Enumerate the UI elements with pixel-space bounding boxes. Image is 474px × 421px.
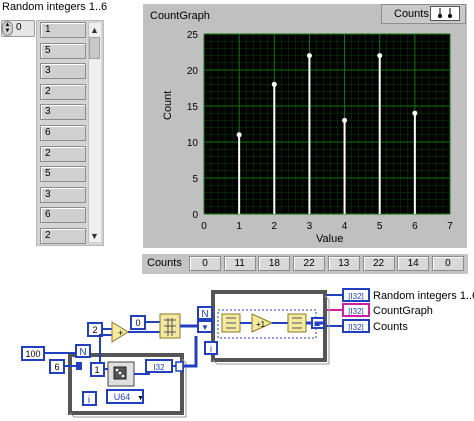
y-tick-label: 20: [187, 66, 199, 77]
loop2-tunnel: ▼: [197, 320, 213, 333]
svg-text:1: 1: [94, 365, 99, 375]
bd-label-counts: Counts: [373, 321, 408, 333]
svg-text:2: 2: [92, 325, 97, 335]
constant-100[interactable]: 100: [21, 346, 45, 361]
bd-label-countgraph: CountGraph: [373, 305, 433, 317]
svg-text:0: 0: [135, 318, 140, 328]
data-point: [377, 53, 383, 59]
y-tick-label: 0: [192, 210, 198, 221]
svg-text:6: 6: [54, 362, 59, 372]
svg-text:I32: I32: [153, 363, 165, 372]
svg-text:[I32]: [I32]: [348, 292, 364, 301]
x-tick-label: 2: [272, 221, 278, 232]
loop-count-terminal-n[interactable]: N: [75, 344, 91, 358]
x-tick-label: 3: [307, 221, 313, 232]
svg-text:▼: ▼: [137, 395, 144, 402]
constant-1[interactable]: 1: [90, 362, 105, 377]
y-tick-label: 5: [192, 174, 198, 185]
svg-text:i: i: [88, 395, 90, 406]
y-tick-label: 10: [187, 138, 199, 149]
svg-text:U64: U64: [114, 392, 131, 402]
count-element[interactable]: 18: [258, 256, 291, 271]
replace-array-subset-node[interactable]: [287, 313, 307, 333]
count-element[interactable]: 14: [397, 256, 430, 271]
count-element[interactable]: 0: [431, 256, 464, 271]
x-tick-label: 7: [447, 221, 453, 232]
svg-text:▼: ▼: [201, 323, 209, 332]
initialize-array-node[interactable]: [159, 313, 181, 339]
random-number-dice-icon[interactable]: [107, 361, 135, 387]
x-tick-label: 5: [377, 221, 383, 232]
data-point: [271, 81, 277, 87]
count-element[interactable]: 22: [362, 256, 395, 271]
count-element[interactable]: 22: [293, 256, 326, 271]
x-tick-label: 6: [412, 221, 418, 232]
data-point: [342, 117, 348, 123]
x-tick-label: 4: [342, 221, 348, 232]
count-element[interactable]: 0: [189, 256, 221, 271]
svg-text:+: +: [118, 328, 123, 338]
svg-text:i: i: [210, 344, 212, 354]
bd-label-random: Random integers 1..6: [373, 290, 474, 302]
svg-text:N: N: [201, 309, 208, 320]
constant-0[interactable]: 0: [130, 315, 146, 330]
y-tick-label: 25: [187, 30, 199, 41]
count-element[interactable]: 11: [223, 256, 256, 271]
y-tick-label: 15: [187, 102, 199, 113]
block-diagram: [I32] Random integers 1..6 [I32] CountGr…: [21, 288, 474, 418]
index-array-node[interactable]: [221, 313, 241, 333]
count-element[interactable]: 13: [327, 256, 360, 271]
plot-area: [204, 34, 450, 214]
indicator-counts[interactable]: [I32]: [342, 319, 370, 333]
constant-6[interactable]: 6: [49, 359, 65, 374]
data-point: [306, 53, 312, 59]
u64-type-selector[interactable]: U64 ▼: [106, 389, 144, 404]
loop-iteration-terminal-i: i: [82, 391, 97, 406]
svg-text:N: N: [79, 347, 86, 358]
loop2-iteration-terminal-i: i: [204, 341, 218, 355]
indexing-tunnel: [175, 361, 184, 372]
counts-label: Counts: [147, 257, 182, 269]
data-point: [412, 110, 418, 116]
svg-text:100: 100: [25, 349, 40, 359]
add-node[interactable]: +: [111, 321, 129, 343]
conversion-i32[interactable]: I32: [145, 359, 173, 373]
svg-text:[I32]: [I32]: [348, 307, 364, 316]
svg-text:+1: +1: [256, 320, 266, 329]
data-point: [236, 132, 242, 138]
loop2-count-terminal-n[interactable]: N: [197, 306, 213, 320]
indicator-count-graph[interactable]: [I32]: [342, 303, 370, 317]
x-tick-label: 1: [236, 221, 242, 232]
x-tick-label: 0: [201, 221, 207, 232]
y-axis-label: Count: [162, 90, 174, 120]
tunnel-6: [76, 362, 82, 370]
indicator-random-integers[interactable]: [I32]: [342, 288, 370, 302]
svg-text:[I32]: [I32]: [348, 323, 364, 332]
x-axis-label: Value: [316, 233, 344, 245]
